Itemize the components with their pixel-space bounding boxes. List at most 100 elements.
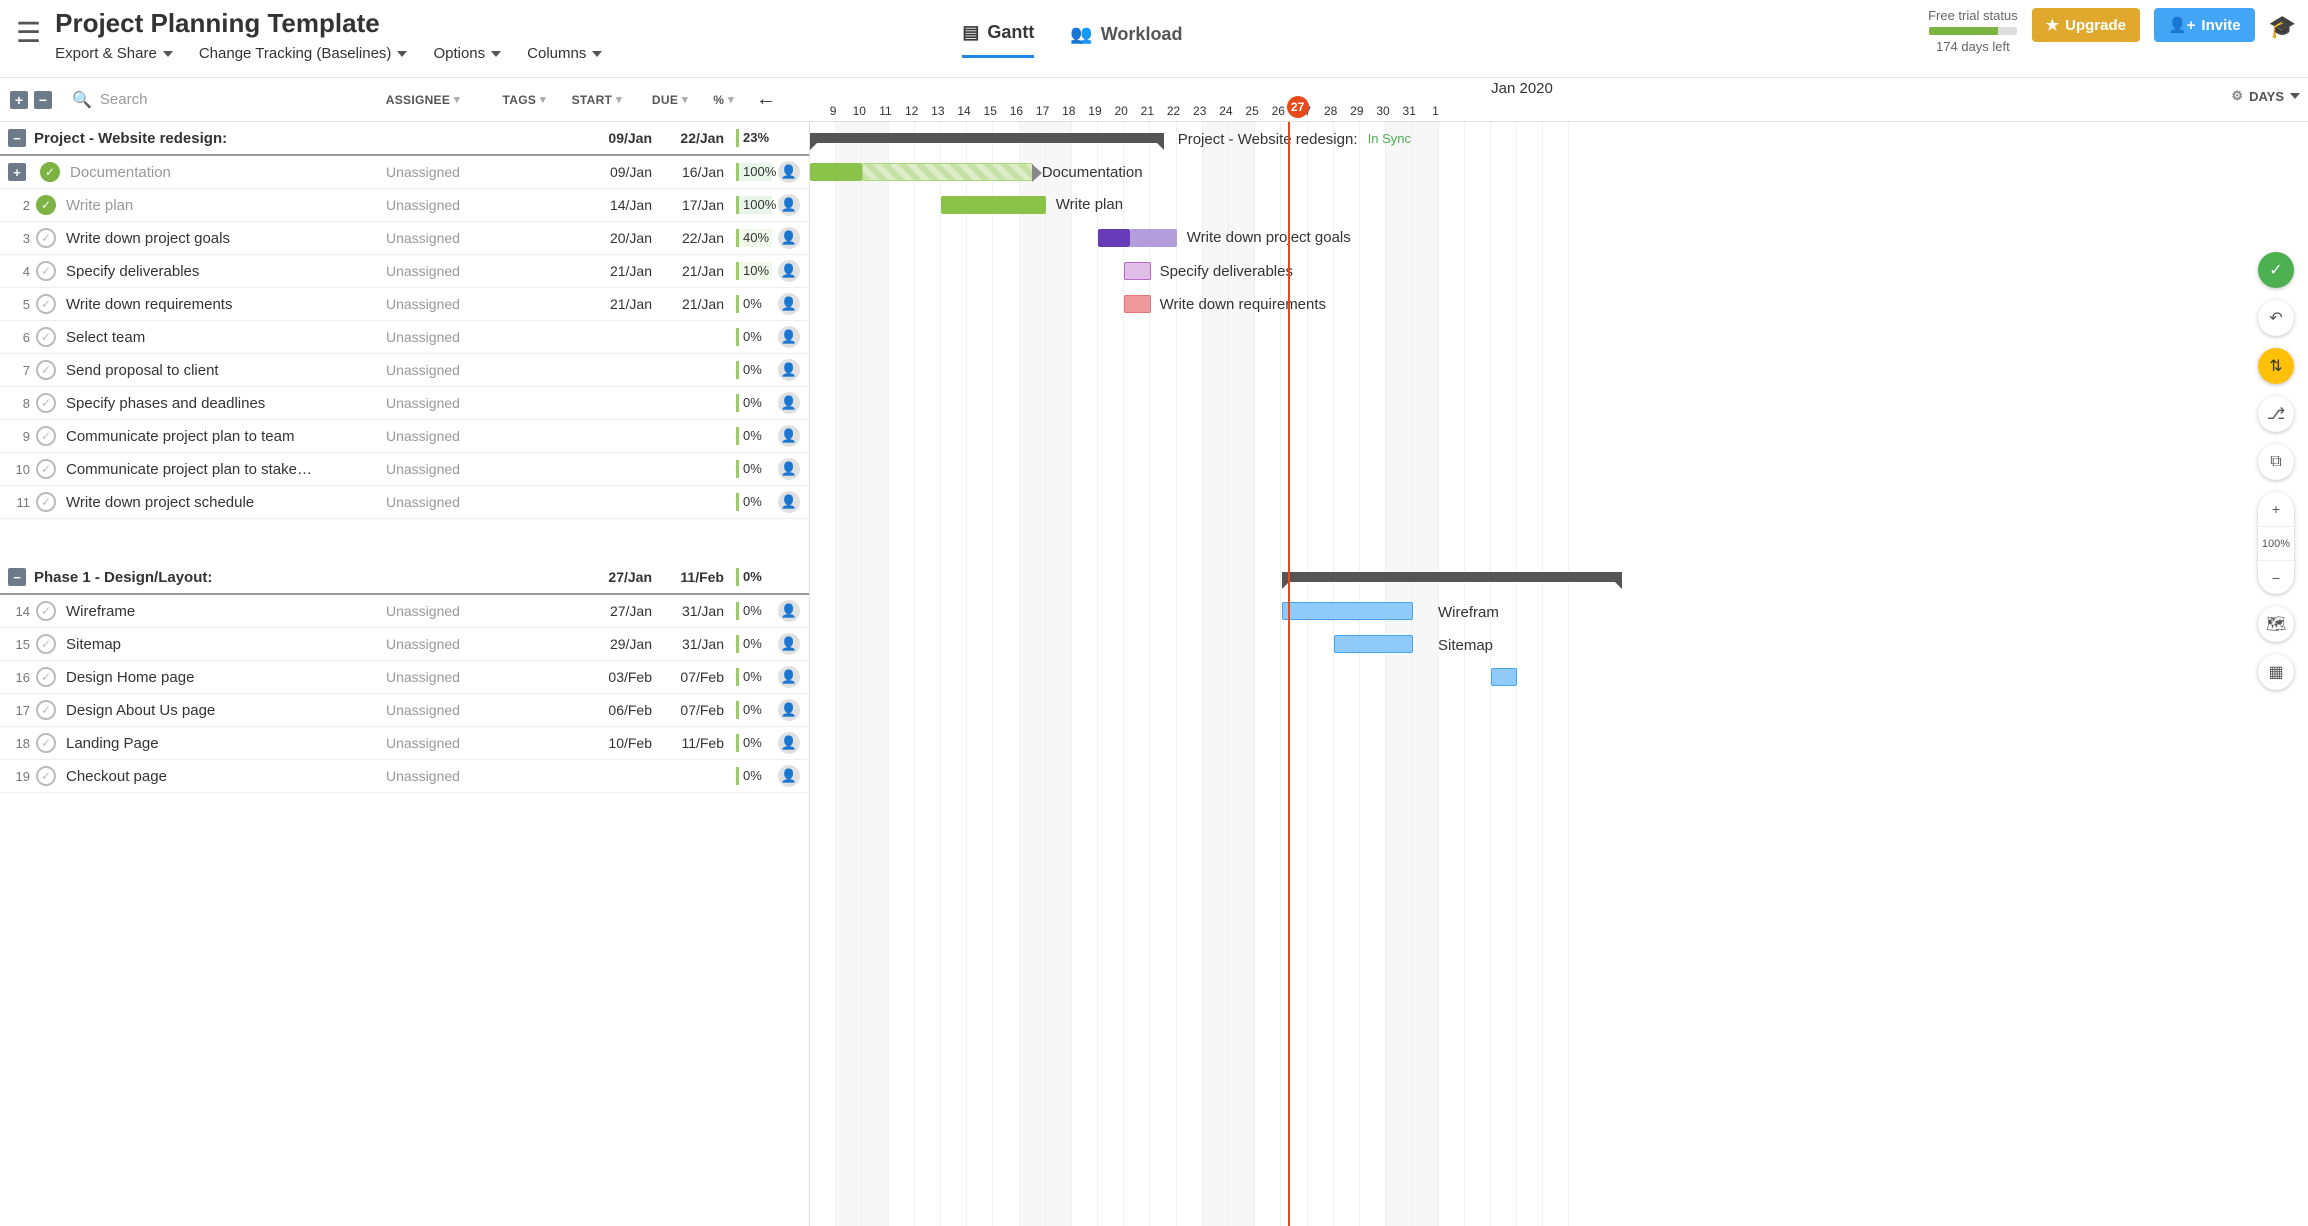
assignee-cell[interactable]: Unassigned [386,296,472,312]
assignee-avatar[interactable]: 👤 [778,765,800,787]
task-row[interactable]: 6 ✓ Select team Unassigned 0% 👤 [0,321,809,354]
assignee-cell[interactable]: Unassigned [386,461,472,477]
group-row[interactable]: − Phase 1 - Design/Layout: 27/Jan 11/Feb… [0,561,809,595]
subnav-item[interactable]: Export & Share [55,45,173,62]
assignee-avatar[interactable]: 👤 [778,699,800,721]
subnav-item[interactable]: Change Tracking (Baselines) [199,45,408,62]
assignee-cell[interactable]: Unassigned [386,669,472,685]
sort-button[interactable]: ⇅ [2258,348,2294,384]
assignee-cell[interactable]: Unassigned [386,636,472,652]
status-done-icon[interactable]: ✓ [36,195,56,215]
collapse-toggle[interactable]: − [8,129,26,147]
task-row[interactable]: 8 ✓ Specify phases and deadlines Unassig… [0,387,809,420]
branch-button[interactable]: ⎇ [2258,396,2294,432]
help-icon[interactable]: 🎓 [2269,8,2296,40]
assignee-cell[interactable]: Unassigned [386,362,472,378]
menu-icon[interactable]: ☰ [12,8,55,49]
task-row[interactable]: 9 ✓ Communicate project plan to team Una… [0,420,809,453]
gantt-bar[interactable] [1334,635,1413,653]
today-marker[interactable]: 27 [1287,96,1309,118]
assignee-cell[interactable]: Unassigned [386,768,472,784]
add-subtask-button[interactable]: + [8,163,26,181]
task-row[interactable]: 19 ✓ Checkout page Unassigned 0% 👤 [0,760,809,793]
gantt-bar[interactable] [1282,602,1413,620]
assignee-avatar[interactable]: 👤 [778,600,800,622]
sync-status-button[interactable]: ✓ [2258,252,2294,288]
assignee-avatar[interactable]: 👤 [778,392,800,414]
assignee-avatar[interactable]: 👤 [778,326,800,348]
assignee-cell[interactable]: Unassigned [386,702,472,718]
task-row[interactable]: 4 ✓ Specify deliverables Unassigned 21/J… [0,255,809,288]
assignee-cell[interactable]: Unassigned [386,263,472,279]
assignee-avatar[interactable]: 👤 [778,359,800,381]
column-start[interactable]: START▾ [546,88,622,111]
task-row[interactable]: 3 ✓ Write down project goals Unassigned … [0,222,809,255]
assignee-cell[interactable]: Unassigned [386,494,472,510]
task-row[interactable]: 5 ✓ Write down requirements Unassigned 2… [0,288,809,321]
task-row[interactable]: 14 ✓ Wireframe Unassigned 27/Jan 31/Jan … [0,595,809,628]
subnav-item[interactable]: Columns [527,45,602,62]
column-percent[interactable]: %▾ [688,88,734,111]
assignee-avatar[interactable]: 👤 [778,633,800,655]
status-circle[interactable]: ✓ [36,360,56,380]
status-circle[interactable]: ✓ [36,601,56,621]
assignee-avatar[interactable]: 👤 [778,666,800,688]
subnav-item[interactable]: Options [433,45,501,62]
status-circle[interactable]: ✓ [36,634,56,654]
assignee-avatar[interactable]: 👤 [778,732,800,754]
upgrade-button[interactable]: ★ Upgrade [2032,8,2140,42]
assignee-cell[interactable]: Unassigned [386,197,472,213]
assignee-cell[interactable]: Unassigned [386,735,472,751]
column-due[interactable]: DUE▾ [622,88,688,111]
column-tags[interactable]: TAGS▾ [460,88,546,111]
task-row[interactable]: 16 ✓ Design Home page Unassigned 03/Feb … [0,661,809,694]
assignee-avatar[interactable]: 👤 [778,194,800,216]
details-button[interactable]: ▦ [2258,654,2294,690]
status-circle[interactable]: ✓ [36,393,56,413]
status-circle[interactable]: ✓ [36,426,56,446]
expand-all-button[interactable]: + [10,91,28,109]
assignee-cell[interactable]: Unassigned [386,230,472,246]
status-circle[interactable]: ✓ [36,492,56,512]
gantt-bar[interactable] [810,163,862,181]
task-row[interactable]: 15 ✓ Sitemap Unassigned 29/Jan 31/Jan 0%… [0,628,809,661]
copy-button[interactable]: ⧉ [2258,444,2294,480]
zoom-level[interactable]: 100% [2258,526,2294,560]
task-row[interactable]: 18 ✓ Landing Page Unassigned 10/Feb 11/F… [0,727,809,760]
gantt-bar[interactable]: Documentation [862,163,1032,181]
assignee-cell[interactable]: Unassigned [386,164,472,180]
task-row[interactable]: 10 ✓ Communicate project plan to stake… … [0,453,809,486]
tab-workload[interactable]: 👥 Workload [1070,22,1182,58]
assignee-avatar[interactable]: 👤 [778,293,800,315]
gantt-bar[interactable] [1098,229,1129,247]
status-circle[interactable]: ✓ [36,294,56,314]
status-circle[interactable]: ✓ [36,700,56,720]
gantt-bar[interactable]: Write down requirements [1124,295,1150,313]
status-circle[interactable]: ✓ [36,733,56,753]
summary-bar[interactable] [810,133,1164,143]
column-assignee[interactable]: ASSIGNEE▾ [380,88,460,111]
zoom-out-button[interactable]: − [2258,560,2294,594]
zoom-scale-button[interactable]: ⚙ DAYS [2231,88,2300,104]
assignee-avatar[interactable]: 👤 [778,260,800,282]
assignee-avatar[interactable]: 👤 [778,458,800,480]
status-circle[interactable]: ✓ [36,459,56,479]
map-button[interactable]: 🗺 [2258,606,2294,642]
task-row[interactable]: 11 ✓ Write down project schedule Unassig… [0,486,809,519]
tab-gantt[interactable]: ▤ Gantt [962,22,1034,58]
status-done-icon[interactable]: ✓ [40,162,60,182]
invite-button[interactable]: 👤+ Invite [2154,8,2255,42]
task-row[interactable]: 7 ✓ Send proposal to client Unassigned 0… [0,354,809,387]
assignee-avatar[interactable]: 👤 [778,425,800,447]
gantt-bar[interactable]: Write down project goals [1130,229,1177,247]
gantt-bar[interactable]: Write plan [941,196,1046,214]
task-row[interactable]: 2 ✓ Write plan Unassigned 14/Jan 17/Jan … [0,189,809,222]
collapse-toggle[interactable]: − [8,568,26,586]
status-circle[interactable]: ✓ [36,228,56,248]
assignee-avatar[interactable]: 👤 [778,227,800,249]
assignee-cell[interactable]: Unassigned [386,428,472,444]
assignee-cell[interactable]: Unassigned [386,603,472,619]
summary-bar[interactable] [1282,572,1623,582]
undo-button[interactable]: ↶ [2258,300,2294,336]
collapse-all-button[interactable]: − [34,91,52,109]
